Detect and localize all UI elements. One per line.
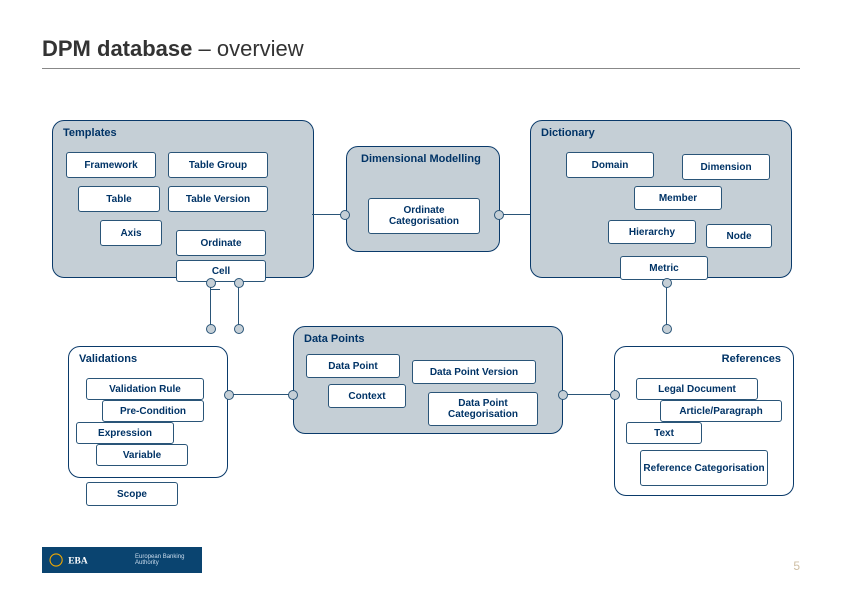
node-member: Member — [634, 186, 722, 210]
node-table-version: Table Version — [168, 186, 268, 212]
page-title: DPM database – overview — [42, 36, 304, 62]
node-ordinate: Ordinate — [176, 230, 266, 256]
connector-dot — [662, 278, 672, 288]
panel-title-dictionary: Dictionary — [541, 127, 595, 139]
connector-dot — [662, 324, 672, 334]
title-underline — [42, 68, 800, 69]
node-data-point-version: Data Point Version — [412, 360, 536, 384]
node-data-point-categorisation: Data Point Categorisation — [428, 392, 538, 426]
node-cell: Cell — [176, 260, 266, 282]
connector-dot — [234, 278, 244, 288]
node-table-group: Table Group — [168, 152, 268, 178]
connector-dot — [206, 324, 216, 334]
eba-logo-icon: EBA — [48, 551, 129, 569]
node-reference-categorisation: Reference Categorisation — [640, 450, 768, 486]
page-number: 5 — [793, 559, 800, 573]
connector-dot — [206, 278, 216, 288]
node-expression: Expression — [76, 422, 174, 444]
connector-dot — [224, 390, 234, 400]
connector — [226, 394, 292, 395]
node-hierarchy: Hierarchy — [608, 220, 696, 244]
node-node: Node — [706, 224, 772, 248]
panel-title-data-points: Data Points — [304, 333, 365, 345]
connector-dot — [558, 390, 568, 400]
panel-title-dim-model: Dimensional Modelling — [361, 153, 481, 166]
eba-logo-text: European Banking Authority — [135, 554, 202, 567]
title-rest: – overview — [192, 36, 303, 61]
node-ordinate-categorisation: Ordinate Categorisation — [368, 198, 480, 234]
connector-dot — [288, 390, 298, 400]
connector-dot — [494, 210, 504, 220]
node-article-paragraph: Article/Paragraph — [660, 400, 782, 422]
node-scope: Scope — [86, 482, 178, 506]
connector-dot — [340, 210, 350, 220]
connector — [210, 289, 220, 290]
panel-title-validations: Validations — [79, 353, 137, 365]
panel-title-references: References — [722, 353, 781, 365]
node-pre-condition: Pre-Condition — [102, 400, 204, 422]
connector-dot — [610, 390, 620, 400]
node-framework: Framework — [66, 152, 156, 178]
node-domain: Domain — [566, 152, 654, 178]
node-data-point: Data Point — [306, 354, 400, 378]
node-table: Table — [78, 186, 160, 212]
node-text: Text — [626, 422, 702, 444]
panel-title-templates: Templates — [63, 127, 117, 139]
node-axis: Axis — [100, 220, 162, 246]
eba-logo: EBA European Banking Authority — [42, 547, 202, 573]
connector-dot — [234, 324, 244, 334]
node-dimension: Dimension — [682, 154, 770, 180]
svg-text:EBA: EBA — [68, 556, 88, 566]
node-legal-document: Legal Document — [636, 378, 758, 400]
node-metric: Metric — [620, 256, 708, 280]
node-validation-rule: Validation Rule — [86, 378, 204, 400]
node-variable: Variable — [96, 444, 188, 466]
node-context: Context — [328, 384, 406, 408]
title-bold: DPM database — [42, 36, 192, 61]
connector — [562, 394, 614, 395]
